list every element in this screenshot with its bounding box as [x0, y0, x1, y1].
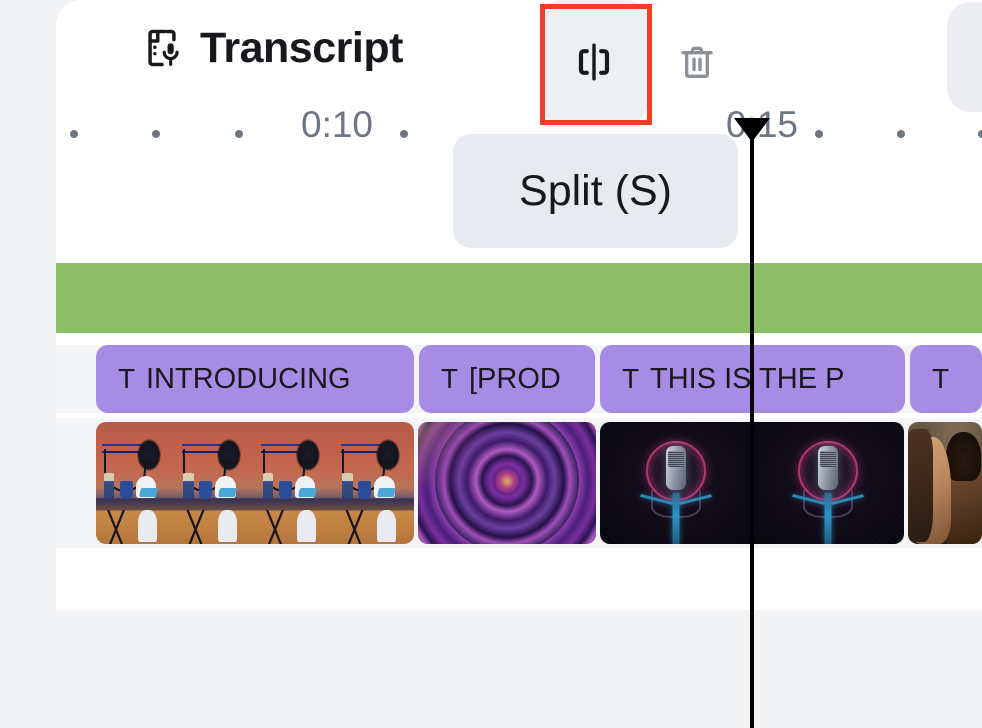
- chair-shape: [376, 509, 396, 542]
- video-thumbnail: [908, 422, 982, 544]
- table-legs-shape: [264, 509, 286, 544]
- video-clip[interactable]: [96, 422, 414, 544]
- panel-title-group: Transcript: [140, 26, 403, 70]
- tooltip-label: Split (S): [519, 166, 672, 215]
- pencil-cup-shape: [262, 473, 274, 499]
- ruler-tick: [897, 130, 905, 138]
- caption-clip[interactable]: T: [910, 345, 982, 413]
- mug-shape: [119, 480, 133, 499]
- microphone-shape: [137, 439, 162, 471]
- video-track: [56, 418, 982, 548]
- video-clip[interactable]: [600, 422, 904, 544]
- paper-shape: [138, 487, 159, 497]
- video-thumbnail: [334, 422, 414, 544]
- delete-button[interactable]: [667, 32, 727, 92]
- text-type-icon: T: [441, 363, 459, 394]
- swirl-core-shape: [495, 468, 519, 493]
- paper-shape: [377, 487, 397, 497]
- caption-track: T INTRODUCING T [PROD T THIS IS THE P T: [56, 345, 982, 413]
- pencil-cup-shape: [183, 473, 194, 499]
- mug-shape: [358, 480, 372, 499]
- page-title: Transcript: [200, 23, 403, 72]
- swirl-highlight-shape: [418, 422, 493, 491]
- audio-track-clip[interactable]: [56, 263, 982, 333]
- mic-stand-shape: [672, 492, 680, 544]
- video-thumbnail: [752, 422, 904, 544]
- caption-clip-label: [PROD: [469, 362, 561, 395]
- video-thumbnail: [255, 422, 335, 544]
- split-button-selection-highlight: [540, 4, 652, 125]
- caption-clip-label: INTRODUCING: [146, 362, 351, 395]
- ruler-tick: [152, 130, 160, 138]
- ruler-tick: [235, 130, 243, 138]
- ruler-tick: [400, 130, 408, 138]
- caption-clip[interactable]: T INTRODUCING: [96, 345, 414, 413]
- chair-shape: [138, 509, 158, 542]
- caption-clip[interactable]: T [PROD: [419, 345, 595, 413]
- split-tooltip: Split (S): [453, 134, 738, 248]
- video-thumbnail: [418, 422, 596, 544]
- table-legs-shape: [105, 509, 127, 544]
- paper-shape: [218, 487, 238, 497]
- mic-grille-shape: [668, 450, 684, 467]
- caption-clip[interactable]: T THIS IS THE P: [600, 345, 905, 413]
- editor-panel: Transcript 0:10 0:15 Split (S) T INTRODU…: [56, 0, 982, 610]
- text-type-icon: T: [622, 363, 640, 394]
- ruler-tick: [978, 130, 982, 138]
- video-clip[interactable]: [418, 422, 596, 544]
- header-overflow-button[interactable]: [947, 2, 982, 112]
- text-type-icon: T: [932, 363, 950, 394]
- transcript-document-mic-icon: [140, 26, 184, 70]
- trash-icon: [677, 40, 717, 84]
- video-clip[interactable]: [908, 422, 982, 544]
- panel-header: Transcript: [56, 0, 982, 126]
- chair-shape: [297, 509, 317, 542]
- ruler-time-label: 0:10: [300, 104, 374, 145]
- transcript-timeline-editor: Transcript 0:10 0:15 Split (S) T INTRODU…: [0, 0, 982, 728]
- microphone-shape: [375, 439, 400, 471]
- mic-stand-shape: [824, 492, 832, 544]
- person-hair-shape: [908, 429, 934, 542]
- ruler-tick: [70, 130, 78, 138]
- paper-shape: [297, 487, 318, 497]
- microphone-shape: [216, 439, 241, 471]
- pencil-cup-shape: [342, 473, 353, 499]
- mic-grille-shape: [820, 450, 836, 467]
- person-hair-shape: [946, 431, 981, 481]
- table-legs-shape: [344, 509, 365, 544]
- microphone-shape: [296, 439, 321, 471]
- table-legs-shape: [185, 509, 206, 544]
- video-thumbnail: [600, 422, 752, 544]
- mug-shape: [278, 480, 292, 499]
- text-type-icon: T: [118, 363, 136, 394]
- pencil-cup-shape: [103, 473, 115, 499]
- ruler-time-label: 0:15: [725, 104, 799, 145]
- video-thumbnail: [175, 422, 255, 544]
- ruler-tick: [815, 130, 823, 138]
- caption-clip-label: THIS IS THE P: [650, 362, 845, 395]
- mug-shape: [199, 480, 213, 499]
- video-thumbnail: [96, 422, 176, 544]
- chair-shape: [217, 509, 237, 542]
